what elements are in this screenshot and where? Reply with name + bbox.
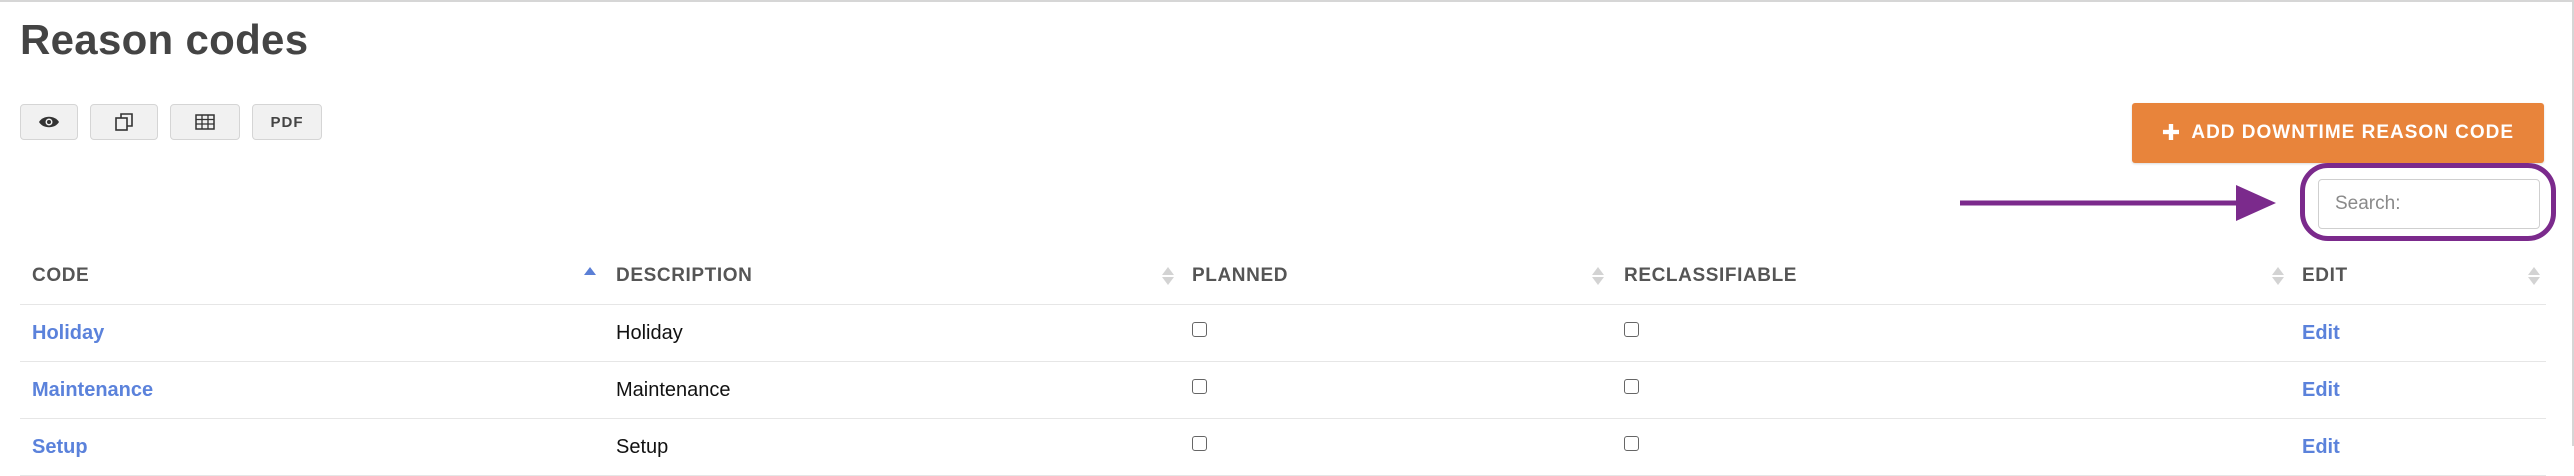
edit-link[interactable]: Edit [2302, 436, 2340, 459]
add-downtime-reason-code-button[interactable]: ✚ ADD DOWNTIME REASON CODE [2132, 103, 2544, 163]
reclassifiable-checkbox[interactable] [1624, 321, 1639, 337]
edit-link[interactable]: Edit [2302, 379, 2340, 402]
export-toolbar: PDF [20, 104, 322, 140]
column-header-code[interactable]: CODE [32, 248, 596, 304]
sort-icon [2272, 265, 2284, 287]
edit-link[interactable]: Edit [2302, 322, 2340, 345]
code-link[interactable]: Maintenance [32, 379, 153, 402]
table-row: Holiday Holiday Edit [20, 305, 2546, 362]
description-cell: Maintenance [616, 378, 731, 401]
column-header-planned[interactable]: PLANNED [1192, 248, 1612, 304]
sort-asc-icon [584, 265, 596, 287]
search-input[interactable] [2318, 179, 2540, 229]
planned-checkbox[interactable] [1192, 435, 1207, 451]
copy-button[interactable] [90, 104, 158, 140]
table-row: Setup Setup Edit [20, 419, 2546, 476]
code-link[interactable]: Holiday [32, 322, 104, 345]
sort-icon [1592, 265, 1604, 287]
description-cell: Holiday [616, 321, 683, 344]
page-title: Reason codes [20, 16, 309, 63]
plus-icon: ✚ [2161, 120, 2182, 145]
add-button-label: ADD DOWNTIME REASON CODE [2191, 122, 2515, 143]
view-button[interactable] [20, 104, 78, 140]
code-link[interactable]: Setup [32, 436, 88, 459]
planned-checkbox[interactable] [1192, 378, 1207, 394]
table-body: Holiday Holiday Edit Maintenance Mainten… [20, 305, 2546, 476]
planned-checkbox[interactable] [1192, 321, 1207, 337]
eye-icon [39, 116, 59, 128]
pdf-label: PDF [270, 113, 304, 131]
description-cell: Setup [616, 435, 669, 458]
column-header-reclassifiable[interactable]: RECLASSIFIABLE [1624, 248, 2284, 304]
annotation-arrow [1960, 185, 2276, 221]
table-header: CODE DESCRIPTION PLANNED RECLASSIFIABLE … [20, 248, 2546, 305]
sort-icon [2528, 265, 2540, 287]
reason-codes-table: CODE DESCRIPTION PLANNED RECLASSIFIABLE … [20, 248, 2546, 476]
sort-icon [1162, 265, 1174, 287]
reclassifiable-checkbox[interactable] [1624, 435, 1639, 451]
column-header-description[interactable]: DESCRIPTION [616, 248, 1176, 304]
table-row: Maintenance Maintenance Edit [20, 362, 2546, 419]
column-header-edit[interactable]: EDIT [2302, 248, 2542, 304]
table-icon [195, 114, 215, 130]
reclassifiable-checkbox[interactable] [1624, 378, 1639, 394]
pdf-button[interactable]: PDF [252, 104, 322, 140]
csv-button[interactable] [170, 104, 240, 140]
copy-icon [115, 113, 133, 131]
